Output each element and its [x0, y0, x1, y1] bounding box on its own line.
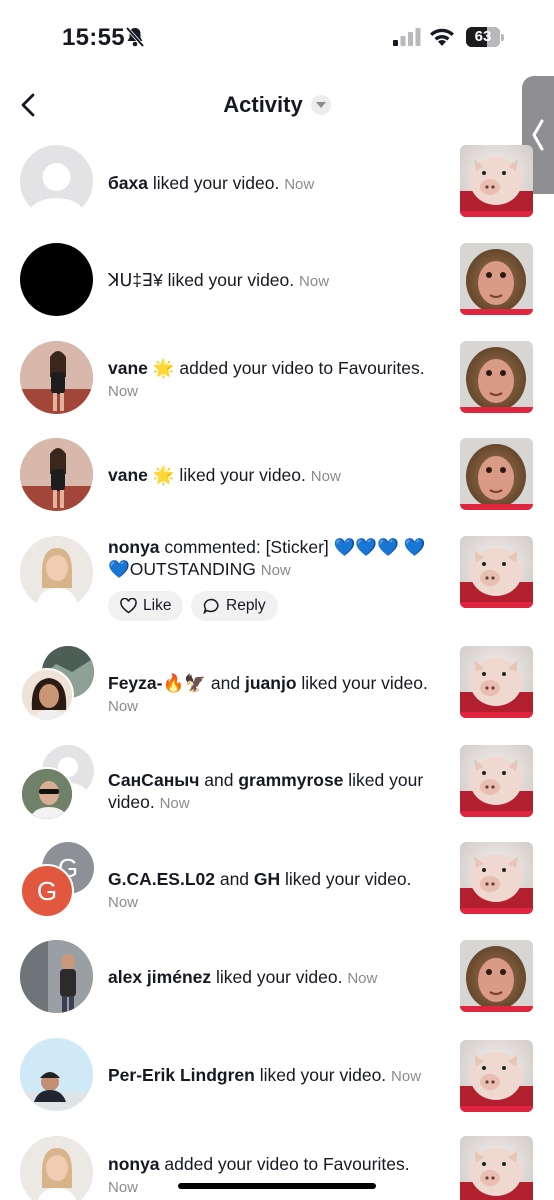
like-comment-button[interactable]: Like: [108, 591, 184, 621]
cellular-signal-icon: [393, 28, 421, 46]
monkey-thumbnail-image: [460, 341, 533, 413]
user-photo-image: [20, 438, 93, 511]
status-bar: 15:55 63: [0, 0, 554, 76]
avatar-stack[interactable]: [20, 646, 96, 722]
bell-slash-icon: [125, 26, 145, 48]
user-photo-image: [20, 341, 93, 414]
user-photo-image: [20, 1038, 93, 1111]
list-item[interactable]: G G G.CA.ES.L02 and GH liked your video.…: [0, 842, 554, 942]
page-title: Activity: [0, 92, 554, 118]
avatar[interactable]: [20, 536, 93, 609]
nav-header: Activity: [0, 76, 554, 136]
notification-text: ꓘꓴ‡ꓱ¥ liked your video. Now: [108, 270, 330, 290]
wifi-icon: [430, 28, 454, 46]
avatar-stack[interactable]: [20, 745, 96, 821]
video-thumbnail[interactable]: [460, 940, 533, 1012]
avatar[interactable]: [20, 1136, 93, 1200]
monkey-thumbnail-image: [460, 438, 533, 510]
notification-text: Feyza-🔥🦅 and juanjo liked your video. No…: [108, 673, 428, 715]
default-avatar-icon: [28, 163, 85, 218]
list-item[interactable]: СанСаныч and grammyrose liked your video…: [0, 743, 554, 843]
notification-text: СанСаныч and grammyrose liked your video…: [108, 770, 424, 812]
video-thumbnail[interactable]: [460, 646, 533, 718]
activity-filter-dropdown[interactable]: [310, 95, 331, 115]
list-item[interactable]: nonya added your video to Favourites. Now: [0, 1136, 554, 1200]
list-item[interactable]: nonya commented: [Sticker] 💙💙💙 💙💙OUTSTAN…: [0, 536, 554, 648]
avatar[interactable]: [20, 940, 93, 1013]
reply-comment-button[interactable]: Reply: [191, 591, 278, 621]
list-item[interactable]: alex jiménez liked your video. Now: [0, 940, 554, 1036]
notification-text: G.CA.ES.L02 and GH liked your video. Now: [108, 869, 412, 911]
pig-thumbnail-image: [460, 1040, 533, 1112]
caret-down-icon: [315, 101, 326, 108]
avatar[interactable]: [20, 243, 93, 316]
list-item[interactable]: ꓘꓴ‡ꓱ¥ liked your video. Now: [0, 233, 554, 329]
pig-thumbnail-image: [460, 1136, 533, 1200]
reply-bubble-icon: [203, 598, 219, 614]
user-photo-image: [20, 536, 93, 609]
video-thumbnail[interactable]: [460, 145, 533, 217]
monkey-thumbnail-image: [460, 243, 533, 315]
battery-indicator: 63: [466, 27, 504, 47]
notification-text: баха liked your video. Now: [108, 173, 315, 193]
list-item[interactable]: vane 🌟 added your video to Favourites. No…: [0, 331, 554, 435]
video-thumbnail[interactable]: [460, 842, 533, 914]
notification-text: vane 🌟 liked your video. Now: [108, 465, 341, 485]
home-indicator[interactable]: [178, 1183, 376, 1189]
video-thumbnail[interactable]: [460, 536, 533, 608]
pig-thumbnail-image: [460, 646, 533, 718]
user-photo-image: [22, 670, 72, 720]
video-thumbnail[interactable]: [460, 1136, 533, 1200]
user-photo-image: [22, 769, 72, 819]
video-thumbnail[interactable]: [460, 1040, 533, 1112]
list-item[interactable]: баха liked your video. Now: [0, 136, 554, 232]
battery-percent: 63: [474, 28, 492, 45]
avatar[interactable]: [20, 1038, 93, 1111]
avatar-stack[interactable]: G G: [20, 842, 96, 918]
page-title-text: Activity: [223, 92, 303, 117]
list-item[interactable]: Per-Erik Lindgren liked your video. Now: [0, 1038, 554, 1134]
monkey-thumbnail-image: [460, 940, 533, 1012]
status-time: 15:55: [62, 24, 125, 51]
letter-avatar: G: [20, 864, 74, 918]
notification-text: alex jiménez liked your video. Now: [108, 967, 378, 987]
list-item[interactable]: Feyza-🔥🦅 and juanjo liked your video. No…: [0, 646, 554, 746]
pig-thumbnail-image: [460, 842, 533, 914]
video-thumbnail[interactable]: [460, 745, 533, 817]
video-thumbnail[interactable]: [460, 341, 533, 413]
notification-text: nonya added your video to Favourites. Now: [108, 1154, 410, 1196]
avatar[interactable]: [20, 438, 93, 511]
list-item[interactable]: vane 🌟 liked your video. Now: [0, 438, 554, 534]
video-thumbnail[interactable]: [460, 438, 533, 510]
user-photo-image: [20, 940, 93, 1013]
notification-text: Per-Erik Lindgren liked your video. Now: [108, 1065, 422, 1085]
heart-icon: [120, 598, 137, 614]
pig-thumbnail-image: [460, 745, 533, 817]
video-thumbnail[interactable]: [460, 243, 533, 315]
avatar[interactable]: [20, 145, 93, 218]
avatar[interactable]: [20, 341, 93, 414]
avatar: [20, 767, 74, 821]
pig-thumbnail-image: [460, 145, 533, 217]
avatar: [20, 668, 74, 722]
notification-text: nonya commented: [Sticker] 💙💙💙 💙💙OUTSTAN…: [108, 537, 426, 579]
pig-thumbnail-image: [460, 536, 533, 608]
notification-text: vane 🌟 added your video to Favourites. No…: [108, 358, 425, 400]
user-photo-image: [20, 1136, 93, 1200]
